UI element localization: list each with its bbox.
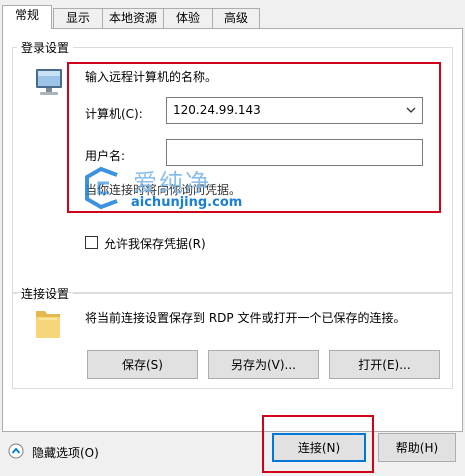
tab-label: 体验: [175, 11, 200, 25]
computer-combobox[interactable]: 120.24.99.143: [166, 97, 423, 124]
computer-label: 计算机(C):: [85, 107, 143, 121]
login-prompt: 输入远程计算机的名称。: [85, 70, 218, 84]
chevron-down-icon[interactable]: [406, 107, 416, 114]
tab-label: 本地资源: [108, 11, 157, 25]
tab-general[interactable]: 常规: [2, 5, 52, 29]
login-settings-title: 登录设置: [21, 41, 70, 55]
checkbox-box[interactable]: [85, 236, 98, 249]
folder-icon: [36, 311, 60, 338]
connect-button[interactable]: 连接(N): [272, 433, 366, 462]
save-credentials-label: 允许我保存凭据(R): [104, 237, 206, 251]
watermark-c-icon: [85, 166, 118, 210]
tab-label: 高级: [223, 11, 248, 25]
watermark-cn-text: 爱纯净: [133, 169, 211, 197]
chevron-up-circle-icon[interactable]: [8, 443, 24, 459]
connection-description: 将当前连接设置保存到 RDP 文件或打开一个已保存的连接。: [85, 311, 406, 325]
connection-settings-title: 连接设置: [21, 287, 70, 301]
tab-local-resources[interactable]: 本地资源: [102, 8, 164, 28]
open-button[interactable]: 打开(E)...: [329, 350, 440, 379]
watermark-en-text: aichunjing.com: [131, 195, 243, 210]
tab-panel-general: 登录设置 输入远程计算机的名称。 计算机(C): 120.24.99.143 用…: [2, 28, 463, 432]
save-as-button[interactable]: 另存为(V)...: [208, 350, 319, 379]
tab-label: 常规: [14, 8, 39, 22]
save-credentials-checkbox[interactable]: 允许我保存凭据(R): [85, 235, 285, 251]
tab-advanced[interactable]: 高级: [212, 8, 260, 28]
computer-icon: [36, 69, 62, 95]
tab-display[interactable]: 显示: [53, 8, 103, 28]
tab-label: 显示: [65, 11, 90, 25]
save-button[interactable]: 保存(S): [87, 350, 198, 379]
help-button[interactable]: 帮助(H): [378, 433, 456, 462]
hide-options-toggle[interactable]: 隐藏选项(O): [8, 440, 118, 462]
computer-value: 120.24.99.143: [173, 103, 261, 117]
hide-options-label: 隐藏选项(O): [32, 446, 99, 460]
watermark-logo: 爱纯净 aichunjing.com: [81, 161, 301, 217]
tab-experience[interactable]: 体验: [163, 8, 213, 28]
